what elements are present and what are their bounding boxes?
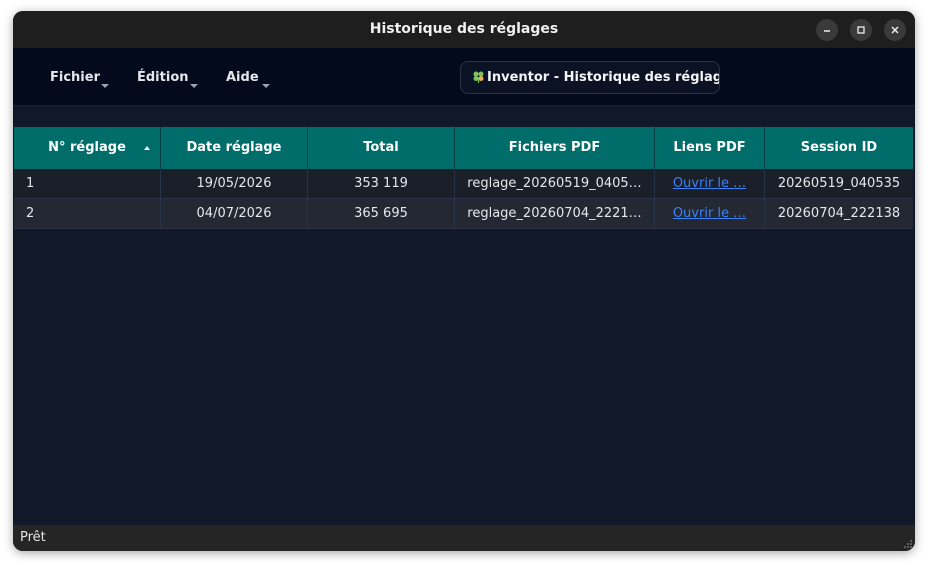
cell-numero: 1 — [14, 169, 161, 198]
column-header-label: Total — [363, 140, 399, 155]
column-header-date[interactable]: Date réglage — [161, 127, 308, 169]
column-header-total[interactable]: Total — [308, 127, 455, 169]
cell-total: 365 695 — [308, 199, 455, 228]
chevron-down-icon — [190, 84, 198, 88]
sort-ascending-icon — [144, 146, 150, 150]
menu-edition[interactable]: Édition — [137, 48, 189, 105]
app-title-badge: Inventor - Historique des réglages — [460, 61, 720, 94]
column-header-label: N° réglage — [48, 140, 126, 155]
app-title-text: Inventor - Historique des réglages — [487, 70, 720, 85]
table-row[interactable]: 2 04/07/2026 365 695 reglage_20260704_22… — [14, 199, 913, 229]
column-header-label: Fichiers PDF — [508, 140, 601, 155]
column-header-session-id[interactable]: Session ID — [765, 127, 913, 169]
window-title: Historique des réglages — [369, 21, 559, 37]
cell-date: 19/05/2026 — [161, 169, 308, 198]
column-header-label: Session ID — [800, 140, 878, 155]
cell-numero: 2 — [14, 199, 161, 228]
column-header-fichiers-pdf[interactable]: Fichiers PDF — [455, 127, 655, 169]
column-header-label: Date réglage — [186, 140, 282, 155]
maximize-icon — [857, 26, 865, 34]
app-window: Historique des réglages Fichier Édition … — [13, 11, 915, 551]
menu-fichier-label: Fichier — [50, 70, 100, 85]
cell-total: 353 119 — [308, 169, 455, 198]
maximize-button[interactable] — [850, 19, 872, 41]
minimize-icon — [824, 30, 830, 32]
leaf-icon — [473, 71, 484, 83]
table-header: N° réglage Date réglage Total Fichiers P… — [14, 127, 913, 169]
chevron-down-icon — [101, 84, 109, 88]
cell-lien-pdf[interactable]: Ouvrir le … — [655, 169, 765, 198]
column-header-label: Liens PDF — [673, 140, 746, 155]
resize-grip-icon[interactable] — [903, 539, 913, 549]
cell-fichier-pdf: reglage_20260704_2221… — [455, 199, 655, 228]
cell-session-id: 20260519_040535 — [777, 176, 901, 191]
menu-bar: Fichier Édition Aide Inventor - Historiq… — [13, 48, 915, 105]
history-table: N° réglage Date réglage Total Fichiers P… — [14, 127, 913, 525]
cell-fichier-pdf: reglage_20260519_0405… — [455, 169, 655, 198]
menu-edition-label: Édition — [137, 70, 189, 85]
close-button[interactable] — [884, 19, 906, 41]
title-bar[interactable]: Historique des réglages — [13, 11, 915, 48]
close-icon — [891, 26, 899, 34]
status-bar: Prêt — [13, 525, 915, 551]
cell-date: 04/07/2026 — [161, 199, 308, 228]
minimize-button[interactable] — [816, 19, 838, 41]
toolbar-separator — [13, 105, 915, 128]
menu-fichier[interactable]: Fichier — [50, 48, 100, 105]
chevron-down-icon — [262, 84, 270, 88]
column-header-numero[interactable]: N° réglage — [14, 127, 161, 169]
table-row[interactable]: 1 19/05/2026 353 119 reglage_20260519_04… — [14, 169, 913, 199]
menu-aide[interactable]: Aide — [226, 48, 259, 105]
cell-session-id: 20260704_222138 — [777, 206, 901, 221]
cell-lien-pdf[interactable]: Ouvrir le … — [655, 199, 765, 228]
column-header-liens-pdf[interactable]: Liens PDF — [655, 127, 765, 169]
status-text: Prêt — [20, 530, 46, 545]
menu-aide-label: Aide — [226, 70, 259, 85]
